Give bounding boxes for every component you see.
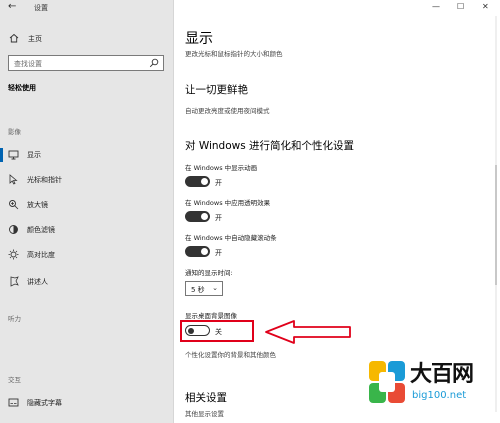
close-button[interactable]: ✕ [482,2,489,11]
sidebar-item-label: 隐藏式字幕 [27,399,62,407]
sidebar-item-home[interactable]: 主页 [0,31,174,47]
animation-toggle[interactable] [185,176,210,187]
chevron-down-icon: ⌄ [212,284,218,292]
arrow-annotation-icon [265,320,351,344]
search-icon [149,58,159,68]
section-label-hearing: 听力 [8,315,21,323]
sidebar-item-cursor[interactable]: 光标和指针 [0,173,174,187]
page-title: 显示 [185,31,213,47]
sidebar-item-label: 高对比度 [27,251,55,259]
other-display-link[interactable]: 其他显示设置 [185,408,224,418]
toggle-knob [201,178,208,185]
transparency-toggle[interactable] [185,211,210,222]
magnifier-icon [9,200,19,210]
scrollbar-hide-label: 在 Windows 中自动隐藏滚动条 [185,234,277,242]
search-input[interactable]: 查找设置 [8,55,164,71]
back-button[interactable]: ← [8,1,16,12]
dropdown-value: 5 秒 [191,286,205,294]
toggle-state-label: 开 [215,179,222,187]
toggle-knob [201,248,208,255]
scrollbar-hide-toggle[interactable] [185,246,210,257]
minimize-button[interactable]: — [432,2,440,11]
animation-label: 在 Windows 中显示动画 [185,164,258,172]
toggle-state-label: 开 [215,214,222,222]
watermark-url: big100.net [412,390,467,401]
sidebar-item-high-contrast[interactable]: 高对比度 [0,248,174,262]
sidebar-item-label: 颜色滤镜 [27,226,55,234]
sidebar-item-display[interactable]: 显示 [0,148,174,162]
brightness-link[interactable]: 自动更改亮度或使用夜间模式 [185,105,270,115]
toggle-knob [201,213,208,220]
sidebar-item-label: 放大镜 [27,201,48,209]
title-bar: ← 设置 [0,0,174,16]
desktop-background-label: 显示桌面背景图像 [185,312,237,320]
scrollbar-thumb[interactable] [495,165,497,285]
section-title-vivid: 让一切更鲜艳 [185,84,248,96]
transparency-label: 在 Windows 中应用透明效果 [185,199,271,207]
sidebar-item-captions[interactable]: 隐藏式字幕 [0,396,174,410]
personalize-link[interactable]: 个性化设置你的背景和其他颜色 [185,349,276,359]
narrator-icon [10,276,19,287]
sidebar: ← 设置 主页 查找设置 轻松使用 影像 显示 光标和指针 放大镜 颜色滤镜 高… [0,0,174,423]
toggle-knob [188,327,194,334]
cursor-icon [9,174,18,185]
brand-logo-icon [369,361,405,403]
window-title: 设置 [34,4,48,12]
section-label-interaction: 交互 [8,376,21,384]
home-icon [9,33,19,43]
notification-time-label: 通知的显示时间: [185,269,233,277]
sidebar-item-label: 显示 [27,151,41,159]
content-pane: — ☐ ✕ 显示 更改光标和鼠标指针的大小和颜色 让一切更鲜艳 自动更改亮度或使… [174,0,500,423]
color-filter-icon [9,225,18,234]
desktop-background-toggle[interactable] [185,325,210,336]
sidebar-item-magnifier[interactable]: 放大镜 [0,198,174,212]
page-subtitle: 更改光标和鼠标指针的大小和颜色 [185,50,283,58]
section-title-related: 相关设置 [185,392,227,404]
contrast-icon [8,249,19,260]
category-heading: 轻松使用 [8,84,36,92]
sidebar-item-label: 讲述人 [27,278,48,286]
watermark-brand: 大百网 [410,362,474,387]
sidebar-item-label: 光标和指针 [27,176,62,184]
toggle-state-label: 关 [215,328,222,336]
caption-icon [8,398,19,407]
watermark: 大百网 big100.net [362,354,492,420]
sidebar-item-color-filter[interactable]: 颜色滤镜 [0,223,174,237]
sidebar-item-narrator[interactable]: 讲述人 [0,275,174,289]
section-label-vision: 影像 [8,128,21,136]
display-icon [8,150,19,160]
section-title-simplify: 对 Windows 进行简化和个性化设置 [185,140,355,152]
sidebar-item-label: 主页 [28,35,42,43]
search-placeholder: 查找设置 [14,60,42,68]
toggle-state-label: 开 [215,249,222,257]
maximize-button[interactable]: ☐ [457,2,464,11]
notification-time-dropdown[interactable]: 5 秒 ⌄ [185,281,223,296]
